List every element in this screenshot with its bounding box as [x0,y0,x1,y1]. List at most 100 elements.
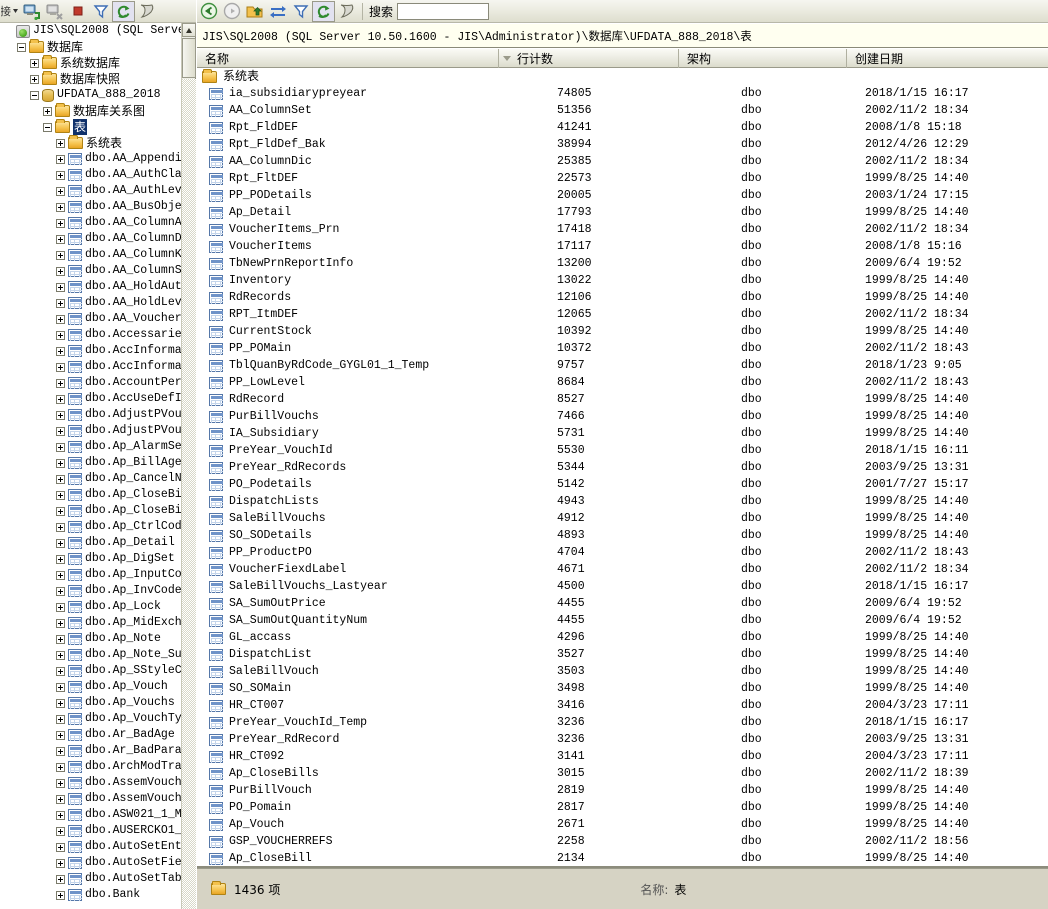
expand-plus-icon[interactable] [56,714,65,724]
table-row[interactable]: VoucherItems_Prn 17418 dbo 2002/11/2 18:34 [197,221,1048,238]
refresh-icon[interactable] [312,0,335,22]
table-row[interactable]: Ap_Vouch 2671 dbo 1999/8/25 14:40 [197,816,1048,833]
table-row[interactable]: PreYear_VouchId 5530 dbo 2018/1/15 16:11 [197,442,1048,459]
tree-node[interactable]: dbo.AUSERCKO1_0 [0,823,182,839]
expand-plus-icon[interactable] [56,842,65,852]
expand-plus-icon[interactable] [56,810,65,820]
expand-plus-icon[interactable] [56,538,65,548]
table-row[interactable]: PurBillVouchs 7466 dbo 1999/8/25 14:40 [197,408,1048,425]
tree-node[interactable]: dbo.Ap_Lock [0,599,182,615]
expand-plus-icon[interactable] [56,218,65,228]
tree-node[interactable]: dbo.Ap_CancelNo [0,471,182,487]
tree-node[interactable]: dbo.Ap_InvCode [0,583,182,599]
tree-node[interactable]: dbo.AA_ColumnKe [0,247,182,263]
tree-node[interactable]: 数据库 [0,39,182,55]
scroll-up-arrow-icon[interactable] [182,23,196,37]
refresh-icon[interactable] [112,0,135,22]
expand-plus-icon[interactable] [56,394,65,404]
tree-node[interactable]: dbo.AccInformat [0,343,182,359]
details-list[interactable]: 系统表 ia_subsidiarypreyear 74805 dbo 2018/1/15… [197,68,1048,868]
expand-plus-icon[interactable] [56,426,65,436]
table-row[interactable]: SaleBillVouch 3503 dbo 1999/8/25 14:40 [197,663,1048,680]
table-row[interactable]: PP_ProductPO 4704 dbo 2002/11/2 18:43 [197,544,1048,561]
expand-plus-icon[interactable] [56,250,65,260]
tree-node[interactable]: dbo.AssemVouch [0,775,182,791]
expand-plus-icon[interactable] [30,58,39,68]
table-row[interactable]: PP_POMain 10372 dbo 2002/11/2 18:43 [197,340,1048,357]
table-row[interactable]: IA_Subsidiary 5731 dbo 1999/8/25 14:40 [197,425,1048,442]
table-row[interactable]: VoucherFiexdLabel 4671 dbo 2002/11/2 18:34 [197,561,1048,578]
tree-node[interactable]: dbo.AdjustPVou [0,407,182,423]
expand-plus-icon[interactable] [56,682,65,692]
object-explorer-tree-scroll[interactable]: JIS\SQL2008 (SQL Server 10. 数据库系统数据库数据库快照… [0,23,196,909]
collapse-minus-icon[interactable] [43,122,52,132]
tree-node[interactable]: dbo.AA_HoldLeve [0,295,182,311]
tree-node[interactable]: dbo.AccountPers [0,375,182,391]
expand-plus-icon[interactable] [56,698,65,708]
table-row[interactable]: AA_ColumnDic 25385 dbo 2002/11/2 18:34 [197,153,1048,170]
expand-plus-icon[interactable] [56,346,65,356]
table-row[interactable]: SO_SODetails 4893 dbo 1999/8/25 14:40 [197,527,1048,544]
expand-plus-icon[interactable] [56,618,65,628]
tree-node[interactable]: 数据库关系图 [0,103,182,119]
table-row[interactable]: ia_subsidiarypreyear 74805 dbo 2018/1/15 16… [197,85,1048,102]
tree-node[interactable]: dbo.AA_VoucherC [0,311,182,327]
tree-node[interactable]: dbo.AccUseDefIn [0,391,182,407]
tree-node[interactable]: dbo.AssemVouchs [0,791,182,807]
tree-node[interactable]: dbo.Ap_SStyleCo [0,663,182,679]
connect-icon[interactable] [20,1,43,22]
table-row[interactable]: Ap_CloseBills 3015 dbo 2002/11/2 18:39 [197,765,1048,782]
dropdown-caret-icon[interactable]: 接 [0,1,20,22]
list-item-folder[interactable]: 系统表 [197,68,1048,85]
tree-node[interactable]: dbo.AdjustPVou [0,423,182,439]
tree-node[interactable]: dbo.AA_ColumnSe [0,263,182,279]
table-row[interactable]: PreYear_RdRecords 5344 dbo 2003/9/25 13:31 [197,459,1048,476]
tree-node[interactable]: dbo.AA_Appendix [0,151,182,167]
table-row[interactable]: SA_SumOutPrice 4455 dbo 2009/6/4 19:52 [197,595,1048,612]
column-header-created[interactable]: 创建日期 [847,49,1048,68]
sync-icon[interactable] [266,1,289,22]
table-row[interactable]: HR_CT092 3141 dbo 2004/3/23 17:11 [197,748,1048,765]
table-row[interactable]: RdRecords 12106 dbo 1999/8/25 14:40 [197,289,1048,306]
tree-node[interactable]: JIS\SQL2008 (SQL Server 10. [0,23,182,39]
expand-plus-icon[interactable] [56,746,65,756]
tree-node[interactable]: dbo.AccInformat [0,359,182,375]
tree-node[interactable]: dbo.Ap_Vouchs [0,695,182,711]
expand-plus-icon[interactable] [56,554,65,564]
table-row[interactable]: GL_accass 4296 dbo 1999/8/25 14:40 [197,629,1048,646]
expand-plus-icon[interactable] [56,666,65,676]
expand-plus-icon[interactable] [56,570,65,580]
expand-plus-icon[interactable] [56,858,65,868]
expand-plus-icon[interactable] [56,442,65,452]
table-row[interactable]: TbNewPrnReportInfo 13200 dbo 2009/6/4 19:52 [197,255,1048,272]
tree-node[interactable]: dbo.Ap_BillAge [0,455,182,471]
tree-node[interactable]: dbo.Ap_InputCod [0,567,182,583]
expand-plus-icon[interactable] [56,170,65,180]
table-row[interactable]: SA_SumOutQuantityNum 4455 dbo 2009/6/4 19:5… [197,612,1048,629]
tree-node[interactable]: dbo.AutoSetEntr [0,839,182,855]
table-row[interactable]: SaleBillVouchs_Lastyear 4500 dbo 2018/1/15 … [197,578,1048,595]
tree-node[interactable]: dbo.Ar_BadAge [0,727,182,743]
filter-icon[interactable] [89,1,112,22]
column-header-schema[interactable]: 架构 [679,49,847,68]
table-row[interactable]: Rpt_FldDEF 41241 dbo 2008/1/8 15:18 [197,119,1048,136]
expand-plus-icon[interactable] [56,602,65,612]
tree-node[interactable]: dbo.Bank [0,887,182,903]
table-row[interactable]: Rpt_FldDef_Bak 38994 dbo 2012/4/26 12:29 [197,136,1048,153]
expand-plus-icon[interactable] [56,186,65,196]
expand-plus-icon[interactable] [56,458,65,468]
tree-node[interactable]: dbo.AutoSetFiel [0,855,182,871]
tree-node[interactable]: 系统数据库 [0,55,182,71]
expand-plus-icon[interactable] [56,378,65,388]
tree-node[interactable]: 数据库快照 [0,71,182,87]
tree-node[interactable]: 系统表 [0,135,182,151]
tree-node[interactable]: dbo.Ap_Note_Sub [0,647,182,663]
table-row[interactable]: CurrentStock 10392 dbo 1999/8/25 14:40 [197,323,1048,340]
collapse-minus-icon[interactable] [30,90,39,100]
table-row[interactable]: PreYear_RdRecord 3236 dbo 2003/9/25 13:31 [197,731,1048,748]
expand-plus-icon[interactable] [56,522,65,532]
expand-plus-icon[interactable] [56,154,65,164]
table-row[interactable]: AA_ColumnSet 51356 dbo 2002/11/2 18:34 [197,102,1048,119]
table-row[interactable]: GSP_VOUCHERREFS 2258 dbo 2002/11/2 18:56 [197,833,1048,850]
table-row[interactable]: PP_PODetails 20005 dbo 2003/1/24 17:15 [197,187,1048,204]
